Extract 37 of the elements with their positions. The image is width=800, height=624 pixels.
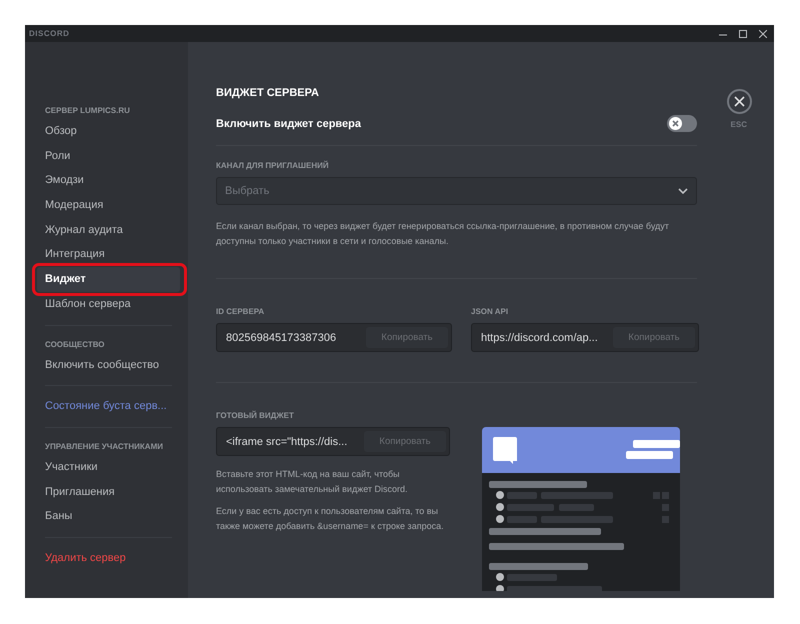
sidebar-item[interactable]: Участники: [37, 454, 180, 480]
sidebar-item[interactable]: Обзор: [37, 119, 180, 144]
widget-toggle[interactable]: [667, 115, 697, 132]
app-logo: DISCORD: [29, 29, 70, 38]
chevron-down-icon: [678, 188, 688, 194]
maximize-icon: [739, 30, 747, 38]
toggle-label: Включить виджет сервера: [216, 118, 362, 130]
sidebar-item[interactable]: Журнал аудита: [37, 218, 180, 242]
sidebar-item[interactable]: Включить сообщество: [37, 352, 180, 378]
sidebar-item[interactable]: Интеграция: [37, 242, 180, 268]
field-value: 802569845173387306: [225, 332, 338, 344]
field-value: <iframe src="https://dis...: [225, 436, 348, 448]
sidebar-item[interactable]: Шаблон сервера: [37, 292, 180, 316]
widget-note: Если у вас есть доступ к пользователям сайта, то вы также можете добавить &username= к строке запроса.: [216, 505, 445, 533]
field-label: КАНАЛ ДЛЯ ПРИГЛАШЕНИЙ: [216, 161, 330, 170]
delete-server-item[interactable]: Удалить сервер: [37, 546, 180, 571]
esc-label: ESC: [730, 120, 747, 129]
sidebar-item[interactable]: Баны: [37, 504, 180, 529]
close-button[interactable]: [727, 89, 752, 114]
close-icon: [734, 96, 745, 107]
section-header: СЕРВЕР LUMPICS.RU: [44, 105, 131, 117]
field-label: ГОТОВЫЙ ВИДЖЕТ: [216, 411, 295, 420]
field-label: ID СЕРВЕРА: [216, 307, 266, 316]
sidebar-item[interactable]: Модерация: [37, 193, 180, 218]
field-label: JSON API: [471, 307, 510, 316]
page-title: ВИДЖЕТ СЕРВЕРА: [216, 87, 320, 99]
sidebar-item[interactable]: Приглашения: [37, 480, 180, 504]
close-icon: [759, 30, 767, 38]
sidebar-item[interactable]: Эмодзи: [37, 168, 180, 194]
channel-note: Если канал выбран, то через виджет будет генерироваться ссылка-приглашение, в противном случае будут доступны только участники в сети и голосовые каналы.: [216, 220, 670, 248]
section-header: УПРАВЛЕНИЕ УЧАСТНИКАМИ: [44, 440, 164, 453]
section-header: СООБЩЕСТВО: [44, 338, 106, 351]
field-value: https://discord.com/ap...: [480, 332, 599, 344]
sidebar-item[interactable]: Роли: [37, 144, 180, 168]
x-icon: [672, 120, 679, 127]
sidebar-link[interactable]: Состояние буста серв...: [37, 394, 180, 419]
widget-note: Вставьте этот HTML-код на ваш сайт, чтобы использовать замечательный виджет Discord.: [216, 468, 409, 496]
